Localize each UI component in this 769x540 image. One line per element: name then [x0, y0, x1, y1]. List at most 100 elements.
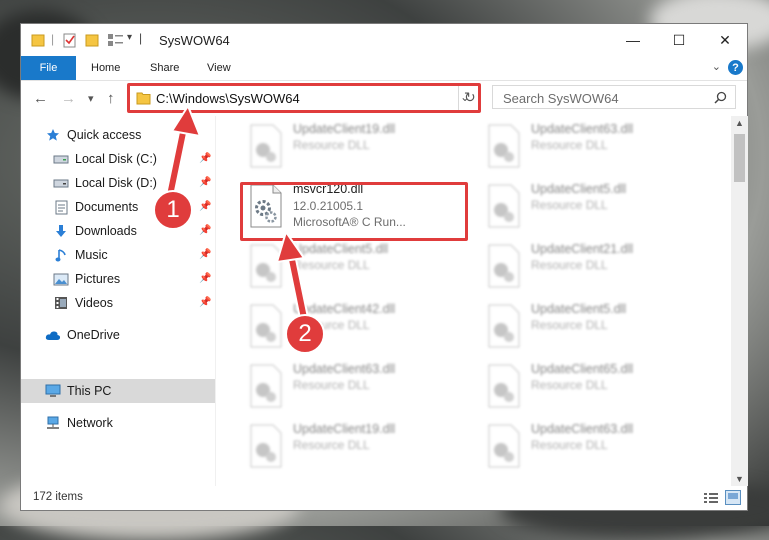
search-icon[interactable]	[714, 91, 727, 104]
item-count: 172 items	[33, 491, 83, 503]
sidebar-item-label: Local Disk (D:)	[75, 176, 157, 190]
vertical-scrollbar[interactable]: ▲ ▼	[731, 116, 748, 486]
refresh-button[interactable]: ↻	[464, 89, 476, 106]
file-type: Resource DLL	[531, 198, 608, 212]
maximize-button[interactable]: ☐	[656, 24, 702, 56]
file-type: Resource DLL	[293, 438, 370, 452]
forward-button[interactable]: →	[61, 90, 76, 107]
computer-icon	[45, 383, 61, 399]
file-item[interactable]: UpdateClient5.dll Resource DLL	[479, 298, 699, 354]
sidebar-item-label: This PC	[67, 384, 112, 398]
file-name: UpdateClient63.dll	[531, 122, 634, 136]
scroll-up-icon[interactable]: ▲	[735, 118, 744, 128]
dll-file-icon	[488, 184, 520, 228]
sidebar-item-downloads[interactable]: Downloads	[53, 219, 137, 243]
up-button[interactable]: ↑	[107, 90, 115, 107]
address-bar[interactable]: C:\Windows\SysWOW64 ⌄	[129, 85, 479, 111]
large-icons-view-icon[interactable]	[725, 490, 741, 505]
pin-icon[interactable]: 📌	[199, 297, 211, 308]
pin-icon[interactable]: 📌	[199, 177, 211, 188]
file-item[interactable]: UpdateClient65.dll Resource DLL	[479, 358, 699, 414]
properties-icon[interactable]	[63, 32, 77, 48]
sidebar-item-local-disk-c[interactable]: Local Disk (C:)	[53, 147, 157, 171]
customize-toolbar-icon[interactable]	[107, 32, 125, 48]
tab-view[interactable]: View	[207, 56, 231, 80]
separator: |	[51, 32, 55, 46]
network-icon	[45, 415, 61, 431]
tab-home[interactable]: Home	[91, 56, 120, 80]
dll-file-icon	[488, 424, 520, 468]
star-icon	[45, 127, 61, 143]
file-item[interactable]: UpdateClient5.dll Resource DLL	[479, 178, 699, 234]
pin-icon[interactable]: 📌	[199, 201, 211, 212]
back-button[interactable]: ←	[33, 90, 48, 107]
file-type: Resource DLL	[531, 138, 608, 152]
folder-icon	[136, 92, 151, 105]
pin-icon[interactable]: 📌	[199, 249, 211, 260]
navigation-bar: ← → ▾ ↑ C:\Windows\SysWOW64 ⌄ ↻	[21, 81, 747, 115]
pin-icon[interactable]: 📌	[199, 225, 211, 236]
music-icon	[53, 247, 69, 263]
close-button[interactable]: ✕	[702, 24, 748, 56]
sidebar-item-this-pc[interactable]: This PC	[45, 379, 111, 403]
search-input[interactable]	[501, 87, 705, 109]
scroll-down-icon[interactable]: ▼	[735, 474, 744, 484]
file-version: 12.0.21005.1	[293, 199, 364, 213]
sidebar-item-music[interactable]: Music	[53, 243, 108, 267]
file-type: Resource DLL	[531, 378, 608, 392]
file-name: UpdateClient21.dll	[531, 242, 634, 256]
file-item[interactable]: UpdateClient21.dll Resource DLL	[479, 238, 699, 294]
file-list: UpdateClient19.dll Resource DLL UpdateCl…	[217, 116, 731, 486]
sidebar-item-label: Downloads	[75, 224, 137, 238]
file-item[interactable]: UpdateClient42.dll Resource DLL	[241, 298, 461, 354]
recent-locations-button[interactable]: ▾	[88, 92, 94, 105]
dll-file-icon	[488, 124, 520, 168]
documents-icon	[53, 199, 69, 215]
address-path: C:\Windows\SysWOW64	[156, 91, 300, 106]
tab-share[interactable]: Share	[150, 56, 179, 80]
file-item-msvcr120[interactable]: msvcr120.dll 12.0.21005.1 MicrosoftA® C …	[241, 178, 461, 234]
cloud-icon	[45, 327, 61, 343]
file-item[interactable]: UpdateClient5.dll Resource DLL	[241, 238, 461, 294]
details-view-icon[interactable]	[703, 491, 719, 505]
sidebar-item-onedrive[interactable]: OneDrive	[45, 323, 120, 347]
separator	[458, 86, 459, 110]
file-type: Resource DLL	[531, 318, 608, 332]
sidebar-item-label: OneDrive	[67, 328, 120, 342]
sidebar-item-label: Local Disk (C:)	[75, 152, 157, 166]
file-item[interactable]: UpdateClient63.dll Resource DLL	[479, 118, 699, 174]
status-bar: 172 items	[21, 486, 747, 510]
step-2-badge: 2	[285, 314, 325, 354]
file-item[interactable]: UpdateClient63.dll Resource DLL	[479, 418, 699, 474]
sidebar-item-pictures[interactable]: Pictures	[53, 267, 120, 291]
sidebar-item-quick-access[interactable]: Quick access	[45, 123, 141, 147]
file-item[interactable]: UpdateClient19.dll Resource DLL	[241, 118, 461, 174]
file-name: UpdateClient19.dll	[293, 122, 396, 136]
sidebar-item-documents[interactable]: Documents	[53, 195, 138, 219]
file-item[interactable]: UpdateClient63.dll Resource DLL	[241, 358, 461, 414]
expand-ribbon-icon[interactable]: ⌄	[712, 60, 721, 73]
search-box[interactable]	[492, 85, 736, 109]
chevron-down-icon[interactable]: ▾	[127, 32, 132, 43]
dll-file-icon	[250, 424, 282, 468]
sidebar-item-videos[interactable]: Videos	[53, 291, 113, 315]
scrollbar-thumb[interactable]	[734, 134, 745, 182]
sidebar-item-local-disk-d[interactable]: Local Disk (D:)	[53, 171, 157, 195]
drive-icon	[53, 175, 69, 191]
download-icon	[53, 223, 69, 239]
sidebar-item-label: Network	[67, 416, 113, 430]
dll-file-icon	[250, 304, 282, 348]
minimize-button[interactable]: —	[610, 24, 656, 56]
help-button[interactable]: ?	[728, 60, 743, 75]
ribbon-tabs: File Home Share View ⌄ ?	[21, 56, 747, 81]
tab-file[interactable]: File	[21, 56, 76, 80]
sidebar-item-label: Pictures	[75, 272, 121, 286]
file-name: UpdateClient5.dll	[531, 302, 627, 316]
pin-icon[interactable]: 📌	[199, 273, 211, 284]
new-folder-icon[interactable]	[85, 32, 99, 48]
file-item[interactable]: UpdateClient19.dll Resource DLL	[241, 418, 461, 474]
videos-icon	[53, 295, 69, 311]
sidebar-item-network[interactable]: Network	[45, 411, 113, 435]
file-name: UpdateClient19.dll	[293, 422, 396, 436]
pin-icon[interactable]: 📌	[199, 153, 211, 164]
